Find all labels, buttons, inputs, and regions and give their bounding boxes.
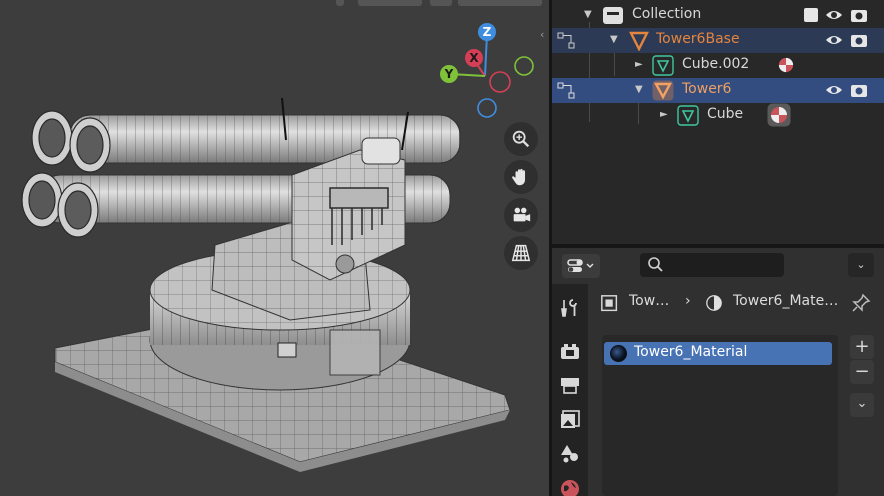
tool-tab-icon[interactable]	[559, 297, 581, 319]
hand-pan-icon[interactable]	[504, 160, 538, 194]
outliner-label: Cube	[707, 106, 744, 122]
z-axis-label: Z	[483, 25, 492, 39]
eye-icon[interactable]	[825, 32, 843, 48]
search-icon	[648, 257, 663, 272]
material-icon	[706, 295, 722, 311]
object-icon	[652, 80, 674, 101]
sidebar-toggle-icon[interactable]: ‹	[540, 28, 549, 42]
outliner-row-collection[interactable]: ▼ Collection	[552, 3, 884, 28]
expand-arrow-icon[interactable]: ►	[635, 59, 643, 70]
hierarchy-icon	[557, 82, 575, 99]
add-material-slot-button[interactable]: +	[850, 335, 874, 359]
outliner-row-tower6[interactable]: ▼ Tower6	[552, 78, 884, 103]
material-slot-label: Tower6_Material	[634, 344, 748, 360]
outliner-row-cube[interactable]: ► Cube	[552, 103, 884, 128]
properties-tab-bar	[552, 284, 588, 496]
material-slot-list[interactable]: Tower6_Material	[602, 335, 838, 496]
editor-type-dropdown[interactable]	[562, 254, 600, 278]
properties-panel[interactable]: ⌄ Tow… › Tower6_Mate… Tower6_Material + …	[552, 248, 884, 496]
exclude-checkbox[interactable]	[804, 8, 818, 22]
outliner-panel[interactable]: ▼ Collection ▼ Tower6Base ► Cube.002 ▼ T…	[552, 0, 884, 244]
outliner-row-tower6base[interactable]: ▼ Tower6Base	[552, 28, 884, 53]
navigation-gizmo[interactable]: Z X Y	[430, 18, 540, 128]
properties-search-input[interactable]	[640, 253, 784, 277]
eye-icon[interactable]	[825, 82, 843, 98]
material-sphere-icon	[767, 103, 791, 127]
neg-x-axis-icon	[489, 71, 511, 93]
outliner-label: Tower6	[682, 81, 732, 97]
y-axis-label: Y	[444, 67, 454, 81]
neg-y-axis-icon	[514, 56, 534, 76]
render-camera-icon[interactable]	[850, 7, 868, 23]
outliner-label: Cube.002	[682, 56, 750, 72]
3d-viewport[interactable]: Z X Y ‹	[0, 0, 549, 496]
view-layer-tab-icon[interactable]	[559, 408, 581, 430]
output-tab-icon[interactable]	[559, 374, 581, 396]
object-data-icon	[601, 295, 618, 312]
hierarchy-icon	[557, 32, 575, 49]
remove-material-slot-button[interactable]: −	[850, 360, 874, 384]
properties-header: ⌄	[552, 248, 884, 284]
outliner-label: Collection	[632, 6, 702, 22]
scene-tab-icon[interactable]	[559, 442, 581, 464]
pin-icon[interactable]	[850, 292, 872, 314]
outliner-row-cube-002[interactable]: ► Cube.002	[552, 53, 884, 78]
breadcrumb-material[interactable]: Tower6_Mate…	[733, 293, 838, 309]
outliner-label: Tower6Base	[656, 31, 740, 47]
render-camera-icon[interactable]	[850, 32, 868, 48]
material-specials-menu-button[interactable]: ⌄	[850, 393, 874, 417]
render-camera-icon[interactable]	[850, 82, 868, 98]
expand-arrow-icon[interactable]: ▼	[584, 9, 592, 20]
collection-icon	[603, 7, 623, 24]
x-axis-label: X	[469, 51, 479, 65]
grid-projection-icon[interactable]	[504, 236, 538, 270]
material-sphere-icon	[778, 57, 794, 73]
breadcrumb-separator: ›	[685, 293, 691, 309]
chevron-down-icon[interactable]: ⌄	[848, 253, 874, 277]
zoom-icon[interactable]	[504, 122, 538, 156]
mesh-data-icon	[652, 55, 674, 76]
neg-z-axis-icon	[477, 98, 497, 118]
expand-arrow-icon[interactable]: ►	[660, 109, 668, 120]
camera-view-icon[interactable]	[504, 198, 538, 232]
breadcrumb-object[interactable]: Tow…	[629, 293, 669, 309]
material-slot-item[interactable]: Tower6_Material	[604, 342, 832, 365]
object-icon	[629, 31, 649, 51]
mesh-data-icon	[677, 105, 699, 126]
expand-arrow-icon[interactable]: ▼	[635, 84, 643, 95]
eye-icon[interactable]	[825, 7, 843, 23]
material-preview-icon	[610, 345, 627, 362]
expand-arrow-icon[interactable]: ▼	[610, 34, 618, 45]
render-tab-icon[interactable]	[559, 340, 581, 362]
world-tab-icon[interactable]	[559, 478, 581, 496]
